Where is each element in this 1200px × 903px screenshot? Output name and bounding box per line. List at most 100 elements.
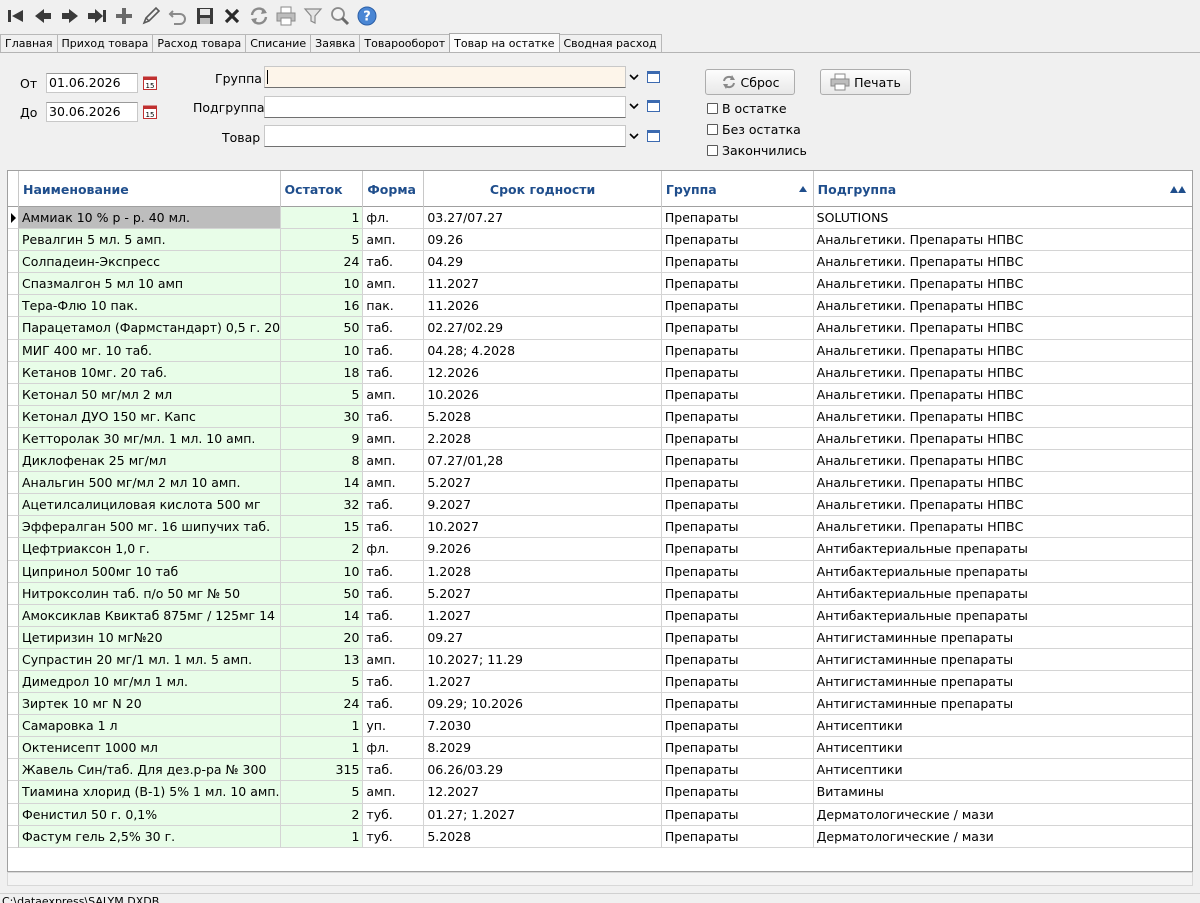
row-indicator[interactable] [8, 582, 19, 605]
cell-group[interactable]: Препараты [661, 383, 814, 406]
table-row[interactable]: МИГ 400 мг. 10 таб. 10 таб. 04.28; 4.2028 Пр… [8, 339, 1192, 362]
cell-subgroup[interactable]: Витамины [813, 781, 1192, 804]
cell-group[interactable]: Препараты [661, 405, 814, 428]
tab-0[interactable]: Главная [0, 34, 58, 52]
row-indicator[interactable] [8, 781, 19, 804]
cell-group[interactable]: Препараты [661, 339, 814, 362]
cell-form[interactable]: фл. [363, 538, 425, 561]
cell-group[interactable]: Препараты [661, 538, 814, 561]
tab-4[interactable]: Заявка [310, 34, 361, 52]
cell-name[interactable]: Октенисепт 1000 мл [19, 737, 281, 760]
row-indicator[interactable] [8, 604, 19, 627]
cell-name[interactable]: Кетанов 10мг. 20 таб. [19, 361, 281, 384]
cell-form[interactable]: туб. [363, 803, 425, 826]
cell-expiry[interactable]: 1.2028 [424, 560, 662, 583]
checkbox-box[interactable] [707, 145, 718, 156]
cell-expiry[interactable]: 04.28; 4.2028 [424, 339, 662, 362]
cell-form[interactable]: таб. [363, 317, 425, 340]
row-indicator[interactable] [8, 207, 19, 230]
cell-qty[interactable]: 50 [280, 582, 364, 605]
cell-subgroup[interactable]: Антигистаминные препараты [813, 671, 1192, 694]
cell-group[interactable]: Препараты [661, 494, 814, 517]
cell-qty[interactable]: 14 [280, 472, 364, 495]
cell-subgroup[interactable]: Антибактериальные препараты [813, 561, 1192, 583]
column-header-form[interactable]: Форма [363, 171, 425, 207]
cell-qty[interactable]: 10 [280, 339, 364, 362]
cell-form[interactable]: таб. [363, 361, 425, 384]
cell-subgroup[interactable]: SOLUTIONS [813, 207, 1192, 230]
cell-name[interactable]: Жавель Син/таб. Для дез.р-ра № 300 [19, 759, 281, 782]
chevron-down-icon[interactable] [628, 131, 640, 141]
cell-qty[interactable]: 2 [280, 803, 364, 826]
table-row[interactable]: Ацетилсалициловая кислота 500 мг 32 таб. 9.… [8, 494, 1192, 517]
tab-7[interactable]: Сводная расход [558, 34, 662, 52]
cell-name[interactable]: Аммиак 10 % р - р. 40 мл. [19, 207, 281, 230]
cell-qty[interactable]: 1 [280, 825, 364, 848]
cell-group[interactable]: Препараты [661, 825, 814, 848]
table-row[interactable]: Зиртек 10 мг N 20 24 таб. 09.29; 10.2026 Пре… [8, 693, 1192, 716]
cell-subgroup[interactable]: Дерматологические / мази [813, 826, 1192, 848]
cell-name[interactable]: Кетторолак 30 мг/мл. 1 мл. 10 амп. [19, 427, 281, 451]
cell-expiry[interactable]: 11.2026 [424, 295, 662, 318]
cell-name[interactable]: Тера-Флю 10 пак. [19, 295, 281, 318]
refresh-icon[interactable] [245, 2, 272, 30]
table-row[interactable]: Ципринол 500мг 10 таб 10 таб. 1.2028 Препара… [8, 560, 1192, 583]
cell-form[interactable]: амп. [363, 648, 425, 671]
table-row[interactable]: Ревалгин 5 мл. 5 амп. 5 амп. 09.26 Препараты… [8, 229, 1192, 252]
cell-name[interactable]: Анальгин 500 мг/мл 2 мл 10 амп. [19, 472, 281, 495]
cell-group[interactable]: Препараты [661, 560, 814, 583]
cell-form[interactable]: таб. [363, 516, 425, 539]
column-header-expiry[interactable]: Срок годности [424, 171, 662, 207]
cell-form[interactable]: таб. [363, 405, 425, 428]
cell-form[interactable]: уп. [363, 715, 425, 738]
cell-qty[interactable]: 5 [280, 781, 364, 804]
cell-expiry[interactable]: 01.27; 1.2027 [424, 803, 662, 826]
cell-name[interactable]: Димедрол 10 мг/мл 1 мл. [19, 670, 281, 694]
cell-qty[interactable]: 1 [280, 207, 364, 230]
row-indicator[interactable] [8, 626, 19, 649]
cell-name[interactable]: Фастум гель 2,5% 30 г. [19, 825, 281, 848]
cell-form[interactable]: фл. [363, 207, 425, 230]
tab-1[interactable]: Приход товара [56, 34, 154, 52]
cell-expiry[interactable]: 09.26 [424, 229, 662, 252]
no-stock-checkbox[interactable]: Без остатка [707, 122, 801, 137]
cell-name[interactable]: Эффералган 500 мг. 16 шипучих таб. [19, 516, 281, 539]
column-header-group[interactable]: Группа [662, 171, 814, 207]
cell-qty[interactable]: 1 [280, 715, 364, 738]
cell-subgroup[interactable]: Антибактериальные препараты [813, 538, 1192, 561]
cell-qty[interactable]: 5 [280, 229, 364, 252]
table-row[interactable]: Аммиак 10 % р - р. 40 мл. 1 фл. 03.27/07.27… [8, 207, 1192, 230]
row-indicator[interactable] [8, 405, 19, 428]
checkbox-box[interactable] [707, 124, 718, 135]
cell-qty[interactable]: 10 [280, 560, 364, 583]
cell-qty[interactable]: 2 [280, 538, 364, 561]
cell-qty[interactable]: 14 [280, 604, 364, 627]
cell-subgroup[interactable]: Антисептики [813, 715, 1192, 738]
cell-subgroup[interactable]: Дерматологические / мази [813, 804, 1192, 826]
prev-record-icon[interactable] [29, 2, 56, 30]
cell-expiry[interactable]: 10.2027; 11.29 [424, 648, 662, 671]
cell-name[interactable]: Солпадеин-Экспресс [19, 251, 281, 274]
next-record-icon[interactable] [56, 2, 83, 30]
cell-qty[interactable]: 13 [280, 648, 364, 671]
cell-qty[interactable]: 5 [280, 383, 364, 406]
row-indicator[interactable] [8, 427, 19, 451]
table-row[interactable]: Эффералган 500 мг. 16 шипучих таб. 15 таб.… [8, 516, 1192, 539]
row-indicator[interactable] [8, 383, 19, 406]
cell-name[interactable]: Спазмалгон 5 мл 10 амп [19, 273, 281, 296]
undo-icon[interactable] [164, 2, 191, 30]
table-row[interactable]: Цефтриаксон 1,0 г. 2 фл. 9.2026 Препараты Ант… [8, 538, 1192, 561]
cell-expiry[interactable]: 09.29; 10.2026 [424, 693, 662, 716]
table-row[interactable]: Анальгин 500 мг/мл 2 мл 10 амп. 14 амп. 5.2… [8, 472, 1192, 495]
cell-qty[interactable]: 24 [280, 693, 364, 716]
cell-qty[interactable]: 20 [280, 626, 364, 649]
cell-expiry[interactable]: 07.27/01,28 [424, 450, 662, 473]
cell-form[interactable]: амп. [363, 472, 425, 495]
cell-name[interactable]: Амоксиклав Квиктаб 875мг / 125мг 14 [19, 604, 281, 627]
cell-expiry[interactable]: 1.2027 [424, 670, 662, 694]
row-indicator[interactable] [8, 670, 19, 694]
cell-expiry[interactable]: 03.27/07.27 [424, 207, 662, 230]
cell-group[interactable]: Препараты [661, 582, 814, 605]
row-indicator[interactable] [8, 737, 19, 760]
product-combo[interactable] [264, 125, 626, 147]
